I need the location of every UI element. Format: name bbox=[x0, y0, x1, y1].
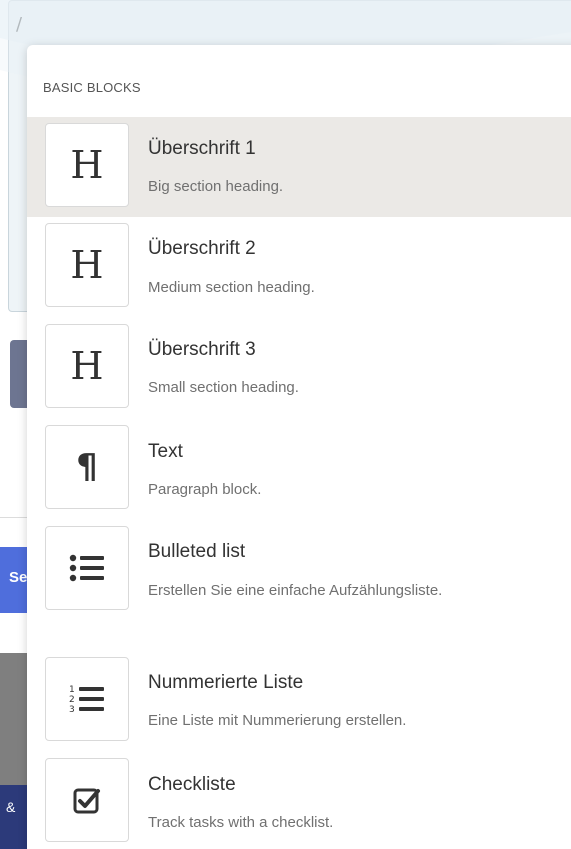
menu-item-heading-2[interactable]: H Überschrift 2 Medium section heading. bbox=[27, 217, 571, 319]
menu-item-title: Überschrift 1 bbox=[148, 138, 256, 159]
background-band-label: & bbox=[6, 799, 16, 815]
background-dark-band: & bbox=[0, 785, 30, 849]
numbered-list-icon: 1 2 3 bbox=[45, 657, 129, 741]
menu-item-checklist[interactable]: Checkliste Track tasks with a checklist. bbox=[27, 752, 571, 849]
svg-text:2: 2 bbox=[69, 695, 75, 705]
menu-item-title: Text bbox=[148, 441, 183, 462]
menu-item-description: Small section heading. bbox=[148, 379, 299, 396]
menu-item-bulleted-list[interactable]: Bulleted list Erstellen Sie eine einfach… bbox=[27, 521, 571, 651]
background-button-label: Se bbox=[9, 569, 28, 586]
menu-item-heading-1[interactable]: H Überschrift 1 Big section heading. bbox=[27, 117, 571, 217]
editor-page: / Se & BASIC BLOCKS H Überschrift 1 Big … bbox=[0, 0, 571, 849]
menu-item-heading-3[interactable]: H Überschrift 3 Small section heading. bbox=[27, 319, 571, 419]
slash-command-menu: BASIC BLOCKS H Überschrift 1 Big section… bbox=[27, 45, 571, 849]
menu-item-title: Überschrift 3 bbox=[148, 339, 256, 360]
menu-item-description: Erstellen Sie eine einfache Aufzählungsl… bbox=[148, 582, 443, 599]
svg-text:1: 1 bbox=[69, 685, 75, 695]
heading-icon: H bbox=[45, 123, 129, 207]
svg-text:3: 3 bbox=[69, 705, 75, 715]
menu-item-text[interactable]: ¶ Text Paragraph block. bbox=[27, 419, 571, 521]
menu-item-description: Medium section heading. bbox=[148, 279, 315, 296]
background-gray-band bbox=[0, 653, 30, 785]
menu-item-description: Big section heading. bbox=[148, 178, 284, 195]
bulleted-list-icon bbox=[45, 526, 129, 610]
background-divider bbox=[0, 517, 30, 518]
heading-icon: H bbox=[45, 223, 129, 307]
pilcrow-icon: ¶ bbox=[45, 425, 129, 509]
menu-item-title: Bulleted list bbox=[148, 541, 246, 562]
checkbox-icon bbox=[45, 758, 129, 842]
menu-item-title: Nummerierte Liste bbox=[148, 672, 304, 693]
menu-item-description: Paragraph block. bbox=[148, 481, 262, 498]
section-title: BASIC BLOCKS bbox=[43, 80, 141, 95]
background-primary-button[interactable]: Se bbox=[0, 547, 30, 613]
menu-item-title: Checkliste bbox=[148, 774, 236, 795]
menu-item-description: Track tasks with a checklist. bbox=[148, 814, 334, 831]
menu-item-title: Überschrift 2 bbox=[148, 238, 256, 259]
editor-input-text: / bbox=[16, 14, 23, 35]
menu-item-numbered-list[interactable]: 1 2 3 Nummerierte Liste Eine Liste mit N… bbox=[27, 651, 571, 752]
heading-icon: H bbox=[45, 324, 129, 408]
menu-item-description: Eine Liste mit Nummerierung erstellen. bbox=[148, 712, 407, 729]
